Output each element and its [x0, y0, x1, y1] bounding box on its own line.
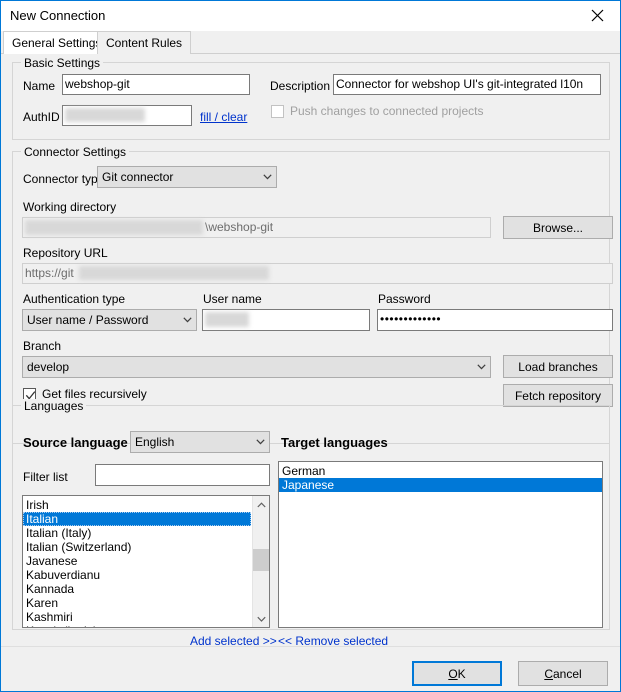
fetch-repository-button-label: Fetch repository [515, 389, 601, 403]
list-item[interactable]: Kayah (Latin) [23, 624, 251, 628]
target-languages-listbox[interactable]: German Japanese [278, 461, 603, 628]
authid-label: AuthID [23, 110, 60, 124]
name-label: Name [23, 79, 55, 93]
connector-settings-group: Connector Settings Connector type Git co… [12, 151, 610, 444]
scrollbar-thumb[interactable] [253, 549, 269, 571]
list-item[interactable]: Italian (Switzerland) [23, 540, 251, 554]
working-directory-value: \webshop-git [205, 220, 273, 234]
password-input[interactable]: ••••••••••••• [377, 309, 613, 331]
auth-type-select[interactable]: User name / Password [22, 309, 197, 331]
available-languages-listbox[interactable]: Irish Italian Italian (Italy) Italian (S… [22, 495, 270, 628]
connector-settings-group-title: Connector Settings [21, 145, 129, 159]
available-languages-items: Irish Italian Italian (Italy) Italian (S… [23, 496, 251, 627]
name-input[interactable]: webshop-git [62, 74, 250, 95]
target-languages-label: Target languages [281, 436, 388, 450]
push-changes-checkbox[interactable]: Push changes to connected projects [271, 104, 483, 118]
target-languages-items: German Japanese [279, 462, 602, 627]
auth-type-value: User name / Password [27, 313, 148, 327]
connector-type-value: Git connector [102, 170, 173, 184]
window-title: New Connection [10, 8, 105, 23]
filter-list-label: Filter list [23, 470, 68, 484]
authid-redacted-value [65, 108, 145, 122]
browse-button[interactable]: Browse... [503, 216, 613, 239]
list-item[interactable]: Kabuverdianu [23, 568, 251, 582]
list-item[interactable]: Kashmiri [23, 610, 251, 624]
dialog-footer: OK Cancel [1, 646, 620, 691]
cancel-button-label: Cancel [544, 667, 581, 681]
list-item[interactable]: Italian [23, 512, 251, 526]
auth-type-label: Authentication type [23, 292, 125, 306]
working-directory-redacted-prefix [25, 220, 203, 235]
password-label: Password [378, 292, 431, 306]
close-button[interactable] [575, 1, 620, 30]
list-item[interactable]: Javanese [23, 554, 251, 568]
tab-content-rules-label: Content Rules [106, 36, 182, 50]
description-label: Description [270, 79, 330, 93]
fill-clear-link[interactable]: fill / clear [200, 110, 247, 124]
ok-button-label: OK [448, 667, 465, 681]
languages-group-title: Languages [21, 399, 86, 413]
available-languages-scrollbar[interactable] [252, 496, 269, 627]
tab-general-settings[interactable]: General Settings [3, 31, 110, 55]
languages-group: Languages Source language English Target… [12, 405, 610, 630]
branch-value: develop [27, 360, 69, 374]
ok-button[interactable]: OK [412, 661, 502, 686]
filter-list-input[interactable] [95, 464, 270, 486]
cancel-button[interactable]: Cancel [518, 661, 608, 686]
branch-label: Branch [23, 339, 61, 353]
source-language-select[interactable]: English [130, 431, 270, 453]
repository-url-label: Repository URL [23, 246, 108, 260]
new-connection-dialog: New Connection General Settings Content … [0, 0, 621, 692]
title-bar: New Connection [1, 1, 620, 31]
chevron-down-icon [472, 357, 490, 377]
basic-settings-group: Basic Settings Name webshop-git AuthID f… [12, 62, 610, 140]
load-branches-button[interactable]: Load branches [503, 355, 613, 378]
push-changes-checkbox-box [271, 105, 284, 118]
scroll-down-icon[interactable] [253, 610, 269, 627]
description-input[interactable]: Connector for webshop UI's git-integrate… [333, 74, 601, 95]
basic-settings-group-title: Basic Settings [21, 56, 103, 70]
list-item[interactable]: Italian (Italy) [23, 526, 251, 540]
list-item[interactable]: Kannada [23, 582, 251, 596]
connector-type-label: Connector type [23, 172, 104, 186]
close-icon [591, 9, 604, 22]
list-item[interactable]: Karen [23, 596, 251, 610]
branch-select[interactable]: develop [22, 356, 491, 378]
list-item[interactable]: Japanese [279, 478, 602, 492]
browse-button-label: Browse... [533, 221, 583, 235]
repository-url-redacted-suffix [79, 266, 269, 280]
source-language-label: Source language [23, 436, 128, 450]
chevron-down-icon [258, 167, 276, 187]
tab-strip: General Settings Content Rules [1, 31, 620, 54]
tab-general-settings-label: General Settings [12, 36, 101, 50]
push-changes-label: Push changes to connected projects [290, 104, 483, 118]
user-name-label: User name [203, 292, 262, 306]
list-item[interactable]: Irish [23, 498, 251, 512]
chevron-down-icon [178, 310, 196, 330]
source-language-value: English [135, 435, 174, 449]
scroll-up-icon[interactable] [253, 496, 269, 513]
chevron-down-icon [251, 432, 269, 452]
tab-content-general-settings: Basic Settings Name webshop-git AuthID f… [1, 54, 620, 646]
connector-type-select[interactable]: Git connector [97, 166, 277, 188]
load-branches-button-label: Load branches [518, 360, 597, 374]
tab-content-rules[interactable]: Content Rules [97, 31, 191, 54]
list-item[interactable]: German [279, 464, 602, 478]
working-directory-label: Working directory [23, 200, 116, 214]
user-name-redacted-value [205, 312, 249, 327]
fetch-repository-button[interactable]: Fetch repository [503, 384, 613, 407]
